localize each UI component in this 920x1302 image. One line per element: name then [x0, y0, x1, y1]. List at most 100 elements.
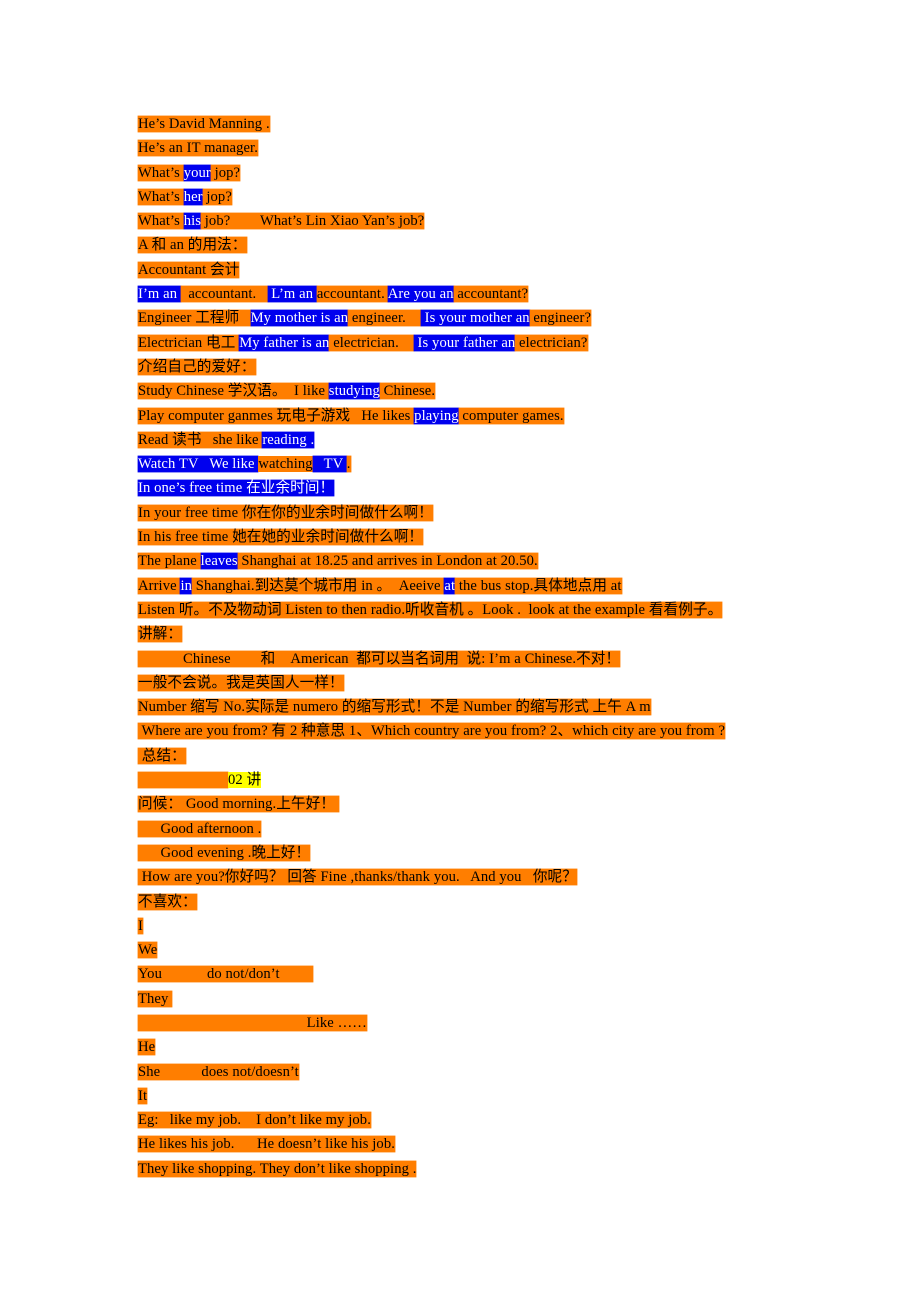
text-run-orange: jop?	[210, 164, 241, 181]
text-run-orange: electrician?	[515, 334, 588, 351]
document-line: They	[138, 987, 838, 1011]
document-line: Electrician 电工 My father is an electrici…	[138, 331, 838, 355]
text-run-orange: accountant.	[316, 286, 388, 303]
text-run-orange: Chinese.	[379, 383, 436, 400]
text-run-orange: He’s an IT manager.	[138, 140, 258, 157]
text-run-blue: your	[183, 164, 211, 181]
text-run-orange: 不喜欢：	[138, 893, 197, 910]
document-line: 讲解：	[138, 622, 838, 646]
text-run-orange: Study Chinese 学汉语。 I like	[138, 383, 329, 400]
document-line: Number 缩写 No.实际是 numero 的缩写形式！不是 Number …	[138, 695, 838, 719]
text-run-orange: He likes his job. He doesn’t like his jo…	[138, 1136, 395, 1153]
text-run-blue: Watch TV We like	[138, 456, 259, 473]
text-run-orange: jop?	[202, 188, 232, 205]
text-run-orange: Good afternoon .	[138, 820, 262, 837]
document-line: She does not/doesn’t	[138, 1060, 838, 1084]
document-line: The plane leaves Shanghai at 18.25 and a…	[138, 549, 838, 573]
text-run-orange: computer games.	[458, 407, 564, 424]
document-line: 02 讲	[138, 768, 838, 792]
text-run-blue: studying	[328, 383, 380, 400]
document-line: It	[138, 1084, 838, 1108]
text-run-orange: What’s	[138, 164, 184, 181]
text-run-orange: 介绍自己的爱好：	[138, 358, 256, 375]
text-run-orange: Good evening .晚上好！	[138, 844, 311, 861]
text-run-orange: job? What’s Lin Xiao Yan’s job?	[201, 213, 425, 230]
text-run-orange: Play computer ganmes 玩电子游戏 He likes	[138, 407, 415, 424]
document-line: What’s his job? What’s Lin Xiao Yan’s jo…	[138, 209, 838, 233]
text-run-orange: What’s	[138, 188, 184, 205]
text-run-orange: Arrive	[138, 577, 181, 594]
text-run-orange: He’s David Manning .	[138, 116, 270, 132]
document-line: In his free time 她在她的业余时间做什么啊！	[138, 525, 838, 549]
text-run-orange: He	[138, 1039, 156, 1056]
text-run-blue: In one’s free time 在业余时间！	[138, 480, 335, 497]
text-run-blue: in	[180, 577, 192, 594]
text-run-orange: Listen 听。不及物动词 Listen to then radio.听收音机…	[138, 601, 723, 618]
text-run-orange: 讲解：	[138, 626, 183, 643]
document-body: He’s David Manning . He’s an IT manager. W…	[138, 112, 838, 1181]
text-run-blue: I’m an	[138, 286, 181, 303]
text-run-orange: the bus stop.具体地点用 at	[455, 577, 622, 594]
document-line: 总结：	[138, 744, 838, 768]
document-line: Accountant 会计	[138, 258, 838, 282]
text-run-blue: Is your father an	[413, 334, 516, 351]
document-line: 问候： Good morning.上午好！	[138, 792, 838, 816]
text-run-orange: engineer.	[348, 310, 421, 327]
document-line: 介绍自己的爱好：	[138, 355, 838, 379]
text-run-orange: 问候： Good morning.上午好！	[138, 796, 339, 813]
document-line: He likes his job. He doesn’t like his jo…	[138, 1132, 838, 1156]
document-line: Read 读书 she like reading .	[138, 428, 838, 452]
text-run-orange-on-blue: watching	[258, 456, 313, 473]
text-run-orange: It	[138, 1087, 148, 1104]
document-line: Play computer ganmes 玩电子游戏 He likes play…	[138, 404, 838, 428]
text-run-orange: Shanghai at 18.25 and arrives in London …	[237, 553, 538, 570]
document-line: Listen 听。不及物动词 Listen to then radio.听收音机…	[138, 598, 838, 622]
document-line: Good evening .晚上好！	[138, 841, 838, 865]
document-line: He	[138, 1035, 838, 1059]
text-run-orange	[138, 772, 228, 789]
text-run-orange: accountant?	[453, 286, 529, 303]
text-run-blue: her	[183, 188, 203, 205]
text-run-blue: Are you an	[387, 286, 454, 303]
document-line: You do not/don’t	[138, 962, 838, 986]
text-run-orange: Like ……	[138, 1014, 367, 1031]
text-run-orange: How are you?你好吗？ 回答 Fine ,thanks/thank y…	[138, 869, 577, 886]
document-line: I	[138, 914, 838, 938]
text-run-orange: Electrician 电工	[138, 334, 240, 351]
text-run-blue: leaves	[200, 553, 238, 570]
document-line: He’s an IT manager.	[138, 136, 838, 160]
text-run-blue: Is your mother an	[420, 310, 530, 327]
text-run-orange: Engineer 工程师	[138, 310, 251, 327]
document-line: I’m an accountant. L’m an accountant. Ar…	[138, 282, 838, 306]
text-run-blue: reading .	[262, 431, 315, 448]
text-run-orange: accountant.	[180, 286, 268, 303]
document-line: He’s David Manning .	[138, 112, 838, 136]
text-run-orange: I	[138, 917, 143, 934]
document-line: Good afternoon .	[138, 817, 838, 841]
text-run-blue: My mother is an	[250, 310, 349, 327]
document-line: 不喜欢：	[138, 890, 838, 914]
text-run-blue: at	[444, 577, 456, 594]
text-run-orange: 总结：	[138, 747, 186, 764]
text-run-orange: A 和 an 的用法：	[138, 237, 247, 254]
document-line: In your free time 你在你的业余时间做什么啊！	[138, 501, 838, 525]
text-run-orange: Accountant 会计	[138, 261, 240, 278]
document-line: Like ……	[138, 1011, 838, 1035]
document-line: Study Chinese 学汉语。 I like studying Chine…	[138, 379, 838, 403]
document-line: A 和 an 的用法：	[138, 233, 838, 257]
text-run-orange: In your free time 你在你的业余时间做什么啊！	[138, 504, 433, 521]
text-run-orange: What’s	[138, 213, 184, 230]
document-line: 一般不会说。我是英国人一样！	[138, 671, 838, 695]
text-run-yellow: 02 讲	[227, 772, 262, 789]
text-run-orange: Where are you from? 有 2 种意思 1、Which coun…	[138, 723, 726, 740]
text-run-orange: Read 读书 she like	[138, 431, 263, 448]
text-run-blue: TV	[312, 456, 347, 473]
document-line: We	[138, 938, 838, 962]
document-line: Arrive in Shanghai.到达莫个城市用 in 。 Aeeive a…	[138, 574, 838, 598]
text-run-orange: In his free time 她在她的业余时间做什么啊！	[138, 529, 424, 546]
document-line: Chinese 和 American 都可以当名词用 说: I’m a Chin…	[138, 647, 838, 671]
document-line: They like shopping. They don’t like shop…	[138, 1157, 838, 1181]
document-line: What’s her jop?	[138, 185, 838, 209]
document-line: Watch TV We like watching TV .	[138, 452, 838, 476]
document-page: He’s David Manning . He’s an IT manager. W…	[0, 0, 920, 1302]
